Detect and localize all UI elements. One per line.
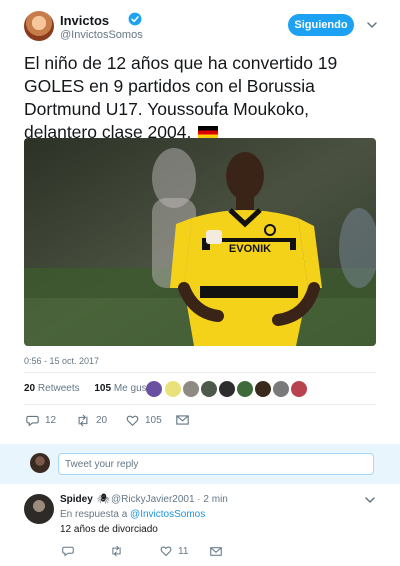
photo-illustration: EVONIK (24, 138, 376, 346)
reply-chevron-down-icon[interactable] (364, 494, 376, 506)
liker-avatar[interactable] (165, 381, 181, 397)
reply-author-name[interactable]: Spidey (60, 494, 93, 505)
message-button[interactable] (176, 412, 195, 428)
retweet-icon (78, 414, 88, 426)
liker-avatar[interactable] (273, 381, 289, 397)
reply-actions: 11 (60, 543, 340, 559)
reply-time[interactable]: · 2 min (197, 494, 228, 505)
reply-message-button[interactable] (210, 543, 228, 559)
reply-icon (26, 415, 39, 427)
author-name[interactable]: Invictos (60, 13, 109, 28)
liker-avatar[interactable] (201, 381, 217, 397)
liker-avatar[interactable] (291, 381, 307, 397)
verified-badge-icon (128, 12, 142, 26)
tweet-timestamp[interactable]: 0:56 - 15 oct. 2017 (24, 356, 99, 366)
tweet-text-body: El niño de 12 años que ha convertido 19 … (24, 53, 338, 142)
liker-avatar[interactable] (146, 381, 162, 397)
liker-avatar[interactable] (255, 381, 271, 397)
reply-text: 12 años de divorciado (60, 524, 158, 535)
tweet-header: Invictos @InvictosSomos Siguiendo (24, 10, 380, 44)
liker-avatar[interactable] (237, 381, 253, 397)
reply-author-handle[interactable]: @RickyJavier2001 (111, 494, 195, 505)
tweet-photo[interactable]: EVONIK (24, 138, 376, 346)
liker-avatar[interactable] (183, 381, 199, 397)
in-reply-handle[interactable]: @InvictosSomos (130, 509, 205, 520)
tweet-text: El niño de 12 años que ha convertido 19 … (24, 52, 374, 144)
reply-retweet-button[interactable] (110, 543, 129, 559)
in-reply-prefix: En respuesta a (60, 509, 128, 520)
spider-emoji-icon: 🕷 (97, 494, 110, 505)
heart-icon (160, 546, 172, 557)
retweet-button[interactable]: 20 (76, 412, 107, 428)
tweet-actions: 12 20 105 (24, 412, 304, 428)
reply-like-button[interactable]: 11 (160, 543, 188, 559)
reply-button[interactable]: 12 (26, 412, 56, 428)
retweet-count: 20 (96, 414, 108, 426)
reply-input[interactable] (58, 453, 374, 475)
envelope-icon (210, 546, 222, 556)
following-button[interactable]: Siguiendo (288, 14, 354, 36)
jersey-sponsor-text: EVONIK (229, 243, 271, 255)
reply-count: 12 (45, 414, 57, 426)
likes-stat-count: 105 (94, 383, 112, 394)
reply-composer (0, 444, 400, 484)
retweets-stat-count: 20 (24, 383, 36, 394)
reply-author-avatar[interactable] (24, 494, 54, 524)
chevron-down-icon[interactable] (366, 19, 378, 31)
current-user-avatar (30, 453, 50, 473)
like-button[interactable]: 105 (126, 412, 162, 428)
envelope-icon (176, 415, 189, 425)
liker-avatar[interactable] (219, 381, 235, 397)
divider (24, 404, 376, 405)
reply-reply-button[interactable] (62, 543, 80, 559)
reply-icon (62, 546, 74, 557)
retweet-icon (112, 545, 121, 557)
retweets-stat-label: Retweets (37, 383, 80, 394)
in-reply-to: En respuesta a @InvictosSomos (60, 509, 205, 520)
reply-like-count: 11 (178, 545, 189, 557)
author-handle[interactable]: @InvictosSomos (60, 29, 143, 41)
retweets-stat[interactable]: 20 Retweets (24, 383, 86, 394)
author-avatar[interactable] (24, 11, 54, 41)
divider (24, 372, 376, 373)
reply-author-meta: @RickyJavier2001 · 2 min (111, 494, 228, 505)
like-count: 105 (145, 414, 162, 426)
heart-icon (126, 415, 139, 426)
